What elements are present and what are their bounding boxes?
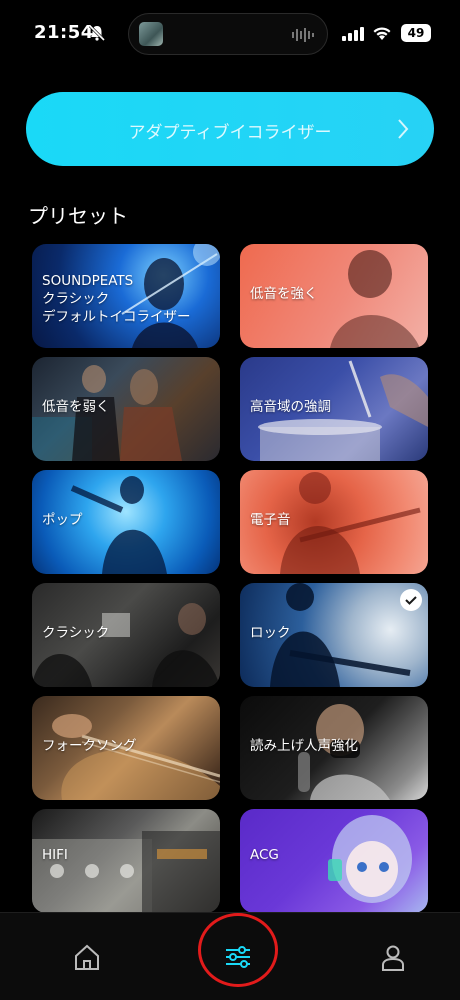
preset-pop[interactable]: ポップ (32, 470, 220, 574)
status-bar: 21:54 49 (0, 0, 460, 66)
status-time: 21:54 (34, 22, 94, 43)
preset-label: ACG (250, 847, 279, 863)
preset-folk[interactable]: フォークソング (32, 696, 220, 800)
preset-vocal-enhance[interactable]: 読み上げ人声強化 (240, 696, 428, 800)
preset-label: 低音を弱く (42, 399, 110, 415)
preset-label: クラシック (42, 625, 110, 641)
preset-rock[interactable]: ロック (240, 583, 428, 687)
presets-title: プリセット (28, 204, 128, 228)
home-icon (75, 944, 99, 970)
preset-acg[interactable]: ACG (240, 809, 428, 913)
preset-bass-boost[interactable]: 低音を強く (240, 244, 428, 348)
preset-hifi[interactable]: HIFI (32, 809, 220, 913)
nav-home[interactable] (57, 927, 117, 987)
nav-profile[interactable] (363, 927, 423, 987)
audio-wave-icon (292, 28, 314, 42)
profile-icon (382, 945, 404, 971)
preset-label: SOUNDPEATS クラシック デフォルトイコライザー (42, 273, 191, 325)
preset-label: HIFI (42, 847, 68, 863)
dynamic-island[interactable] (128, 13, 328, 55)
chevron-right-icon (398, 119, 409, 139)
checkmark-icon (405, 596, 417, 605)
adaptive-eq-label: アダプティブイコライザー (128, 123, 332, 143)
preset-label: 高音域の強調 (250, 399, 331, 415)
preset-label: 低音を強く (250, 286, 318, 302)
highlight-ring (198, 913, 278, 987)
preset-classic[interactable]: クラシック (32, 583, 220, 687)
battery-indicator: 49 (401, 24, 431, 42)
preset-soundpeats-classic[interactable]: SOUNDPEATS クラシック デフォルトイコライザー (32, 244, 220, 348)
preset-label: 電子音 (250, 512, 291, 528)
preset-bass-cut[interactable]: 低音を弱く (32, 357, 220, 461)
preset-label: ロック (250, 625, 291, 641)
singer-photo (330, 250, 420, 348)
bottom-nav (0, 912, 460, 1000)
selected-check-badge (400, 589, 422, 611)
preset-treble-boost[interactable]: 高音域の強調 (240, 357, 428, 461)
wifi-icon (373, 27, 391, 40)
adaptive-eq-button[interactable]: アダプティブイコライザー (26, 92, 434, 166)
preset-label: フォークソング (42, 738, 137, 754)
cellular-signal-icon (342, 27, 364, 41)
preset-electronic[interactable]: 電子音 (240, 470, 428, 574)
preset-label: ポップ (42, 512, 83, 528)
silent-bell-icon (88, 24, 106, 42)
preset-label: 読み上げ人声強化 (250, 738, 358, 754)
now-playing-artwork (139, 22, 163, 46)
